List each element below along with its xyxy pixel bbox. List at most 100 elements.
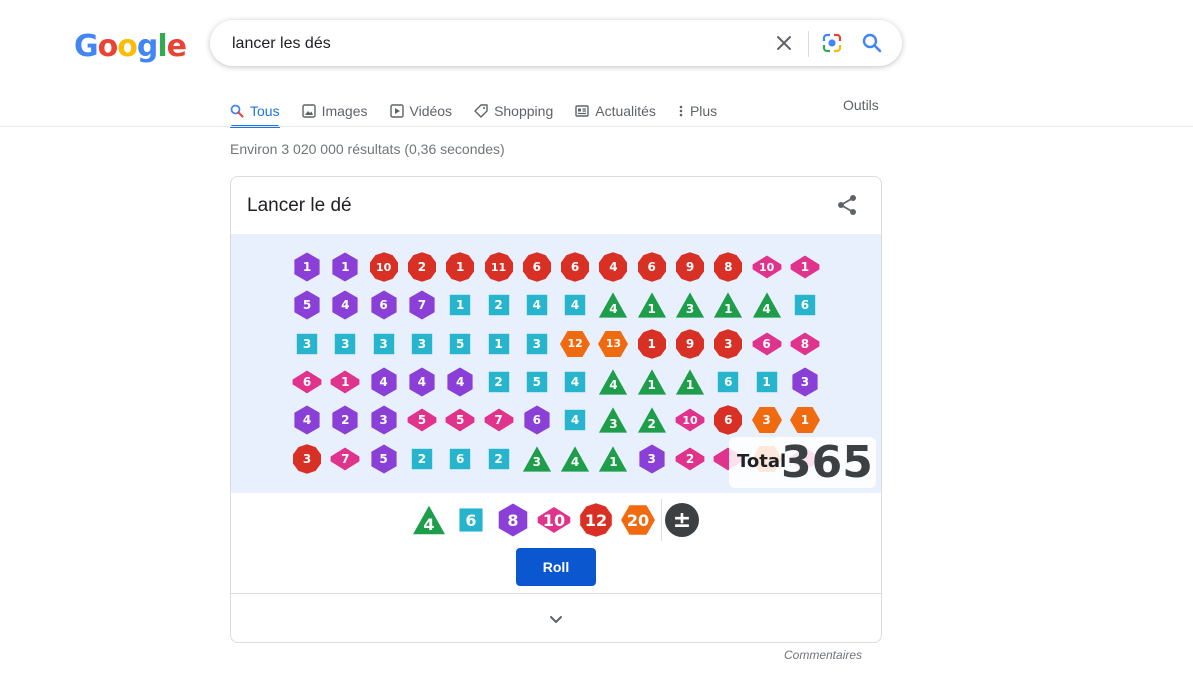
search-divider	[808, 31, 809, 57]
die-value: 1	[800, 413, 810, 428]
die-value: 1	[494, 336, 503, 351]
die-result-d6: 6	[445, 444, 475, 474]
search-input[interactable]	[230, 31, 754, 57]
die-value: 5	[456, 336, 465, 351]
chevron-down-icon[interactable]	[544, 607, 568, 631]
die-value: 4	[609, 260, 618, 274]
die-result-d12: 4	[598, 252, 628, 282]
die-result-d8: 1	[330, 252, 360, 282]
tab-tous[interactable]: Tous	[230, 96, 280, 128]
close-icon[interactable]	[772, 31, 796, 55]
more-vert-icon	[678, 104, 684, 118]
google-logo[interactable]: Google	[74, 29, 187, 64]
die-result-d4: 1	[637, 290, 667, 320]
search-icon	[230, 104, 244, 118]
roll-button[interactable]: Roll	[516, 548, 596, 586]
die-value: 2	[685, 451, 695, 466]
die-result-d20: 3	[751, 405, 782, 435]
die-value: 2	[417, 260, 427, 274]
die-result-d6: 4	[560, 290, 590, 320]
die-result-d4: 4	[752, 290, 782, 320]
total-value: 365	[781, 437, 873, 488]
die-value: 6	[302, 374, 312, 389]
tab-label: Images	[321, 103, 368, 119]
die-result-d20: 1	[789, 405, 820, 435]
die-result-d12: 3	[292, 443, 322, 474]
die-result-d6: 4	[560, 405, 590, 435]
die-result-d10: 5	[407, 405, 437, 435]
die-result-d12: 1	[637, 328, 667, 359]
custom-dice-button[interactable]: ±	[665, 503, 699, 537]
feedback-link[interactable]: Commentaires	[784, 648, 862, 662]
die-value: 2	[494, 374, 503, 389]
die-value: 5	[456, 413, 465, 428]
die-value: 3	[417, 336, 427, 351]
die-value: 3	[379, 336, 388, 351]
die-result-d6: 1	[752, 367, 782, 397]
die-result-d10: 2	[675, 444, 705, 474]
die-value: 3	[724, 336, 733, 351]
add-d4-button[interactable]: 4	[412, 503, 446, 537]
die-result-d4: 3	[522, 444, 552, 474]
selector-divider	[661, 499, 662, 541]
die-result-d12: 6	[637, 252, 667, 282]
tab-videos[interactable]: Vidéos	[389, 96, 452, 126]
die-value: 4	[570, 413, 580, 428]
die-value: 2	[417, 451, 427, 466]
die-result-d8: 7	[407, 290, 437, 320]
die-result-d6: 1	[445, 290, 475, 320]
die-result-d6: 3	[407, 329, 437, 359]
tab-images[interactable]: Images	[301, 96, 368, 126]
camera-lens-icon[interactable]	[820, 31, 844, 55]
die-result-d12: 1	[445, 252, 475, 282]
die-result-d6: 3	[369, 329, 399, 359]
tools-button[interactable]: Outils	[843, 97, 879, 113]
video-icon	[389, 104, 404, 118]
die-value: 1	[762, 374, 771, 389]
selector-label: 12	[584, 510, 608, 530]
search-box	[210, 20, 902, 66]
die-result-d4: 1	[598, 444, 628, 474]
add-d6-button[interactable]: 6	[454, 503, 488, 537]
selector-label: ±	[672, 507, 692, 533]
add-d10-button[interactable]: 10	[537, 503, 571, 537]
tab-label: Actualités	[595, 103, 656, 119]
die-result-d8: 3	[637, 444, 667, 474]
tag-icon	[474, 104, 488, 118]
total-display: Total 365	[729, 437, 876, 488]
add-d20-button[interactable]: 20	[621, 503, 655, 537]
die-value: 1	[341, 260, 350, 274]
die-result-d4: 1	[675, 367, 705, 397]
die-value: 4	[762, 301, 771, 316]
tab-actualites[interactable]: Actualités	[575, 96, 656, 126]
die-result-d10: 1	[790, 252, 820, 282]
add-d12-button[interactable]: 12	[579, 503, 613, 537]
share-icon[interactable]	[834, 192, 860, 218]
die-result-d12: 6	[713, 405, 743, 435]
die-value: 13	[605, 337, 622, 351]
die-result-d12: 9	[675, 252, 705, 282]
die-result-d10: 10	[675, 405, 705, 435]
die-result-d6: 2	[407, 444, 437, 474]
dice-roller-card: Lancer le dé 1 1 10 2 1 11 6 6 4 6 9 8 10 1 5 4 6 7 1 2 4 4 4 1…	[230, 176, 882, 643]
die-result-d8: 5	[292, 290, 322, 320]
die-value: 3	[302, 451, 312, 466]
image-icon	[301, 104, 316, 118]
search-icon[interactable]	[860, 31, 884, 55]
die-value: 4	[609, 301, 618, 316]
die-value: 7	[341, 451, 350, 466]
die-result-d8: 2	[330, 405, 360, 435]
add-d8-button[interactable]: 8	[496, 503, 530, 537]
die-result-d10: 1	[330, 367, 360, 397]
tab-plus[interactable]: Plus	[678, 96, 717, 126]
die-value: 4	[341, 298, 350, 313]
tab-shopping[interactable]: Shopping	[474, 96, 553, 126]
die-result-d8: 4	[407, 367, 437, 397]
die-result-d6: 3	[522, 329, 552, 359]
tab-label: Shopping	[494, 103, 554, 119]
die-result-d20: 12	[560, 329, 591, 359]
die-result-d10: 6	[292, 367, 322, 397]
die-result-d6: 1	[484, 329, 514, 359]
die-value: 1	[456, 298, 465, 313]
die-value: 9	[685, 336, 695, 351]
